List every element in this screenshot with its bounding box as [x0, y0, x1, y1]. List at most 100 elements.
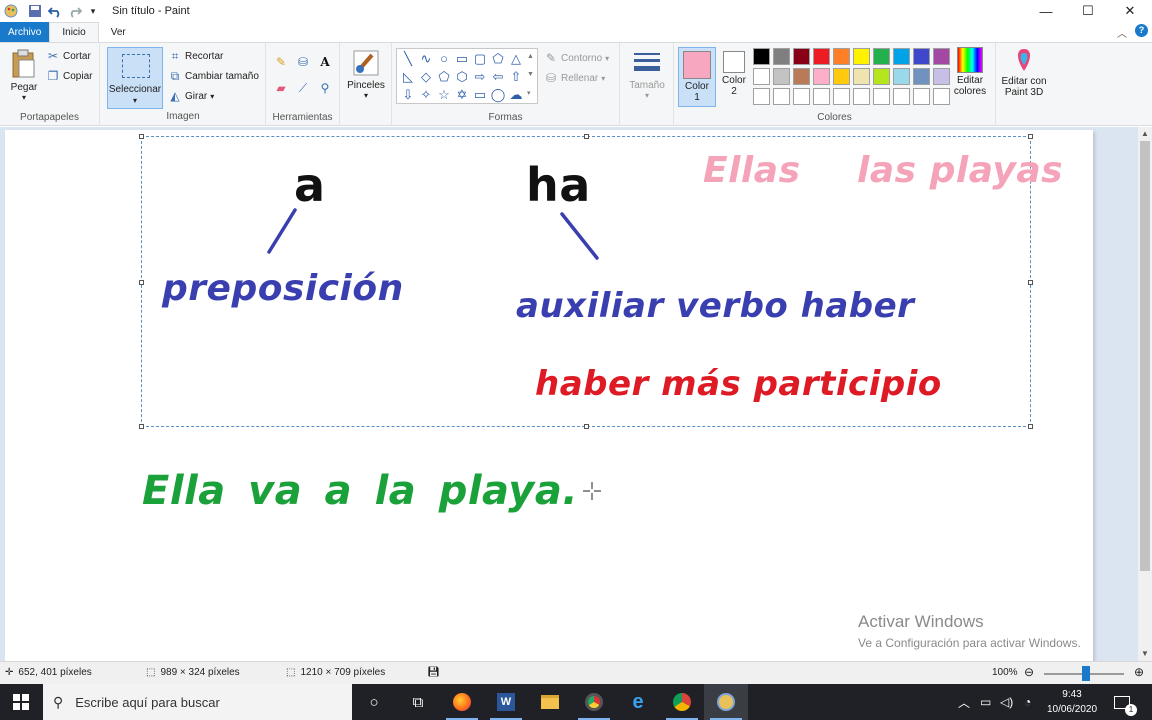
- six-point-star-shape-icon[interactable]: ✡: [453, 86, 471, 104]
- pentagon-shape-icon[interactable]: ⬠: [435, 68, 453, 86]
- palette-color-22[interactable]: [773, 88, 790, 105]
- selection-handle-tr[interactable]: [1028, 134, 1033, 139]
- shapes-scroll-up-icon[interactable]: ▲: [527, 53, 534, 60]
- triangle-shape-icon[interactable]: △: [507, 50, 525, 68]
- palette-color-11[interactable]: [753, 68, 770, 85]
- taskbar-clock[interactable]: 9:43 10/06/2020: [1040, 687, 1104, 717]
- collapse-ribbon-icon[interactable]: ︿: [1117, 25, 1127, 40]
- firefox-icon[interactable]: [440, 684, 484, 720]
- palette-color-3[interactable]: [793, 48, 810, 65]
- palette-color-25[interactable]: [833, 88, 850, 105]
- magnifier-icon[interactable]: ⚲: [318, 81, 332, 95]
- left-arrow-shape-icon[interactable]: ⇦: [489, 68, 507, 86]
- paint-taskbar-icon[interactable]: [704, 684, 748, 720]
- palette-color-5[interactable]: [833, 48, 850, 65]
- edit-colors-button[interactable]: Editar colores: [952, 47, 988, 97]
- zoom-slider-thumb[interactable]: [1082, 666, 1090, 681]
- rounded-rect-shape-icon[interactable]: ▢: [471, 50, 489, 68]
- palette-color-10[interactable]: [933, 48, 950, 65]
- polygon-shape-icon[interactable]: ⬠: [489, 50, 507, 68]
- selection-handle-r[interactable]: [1028, 280, 1033, 285]
- up-arrow-shape-icon[interactable]: ⇧: [507, 68, 525, 86]
- palette-color-21[interactable]: [753, 88, 770, 105]
- paste-button[interactable]: Pegar ▾: [6, 49, 42, 102]
- battery-icon[interactable]: ▭: [980, 684, 991, 720]
- palette-color-27[interactable]: [873, 88, 890, 105]
- eraser-icon[interactable]: ▰: [274, 81, 288, 95]
- palette-color-19[interactable]: [913, 68, 930, 85]
- tab-view[interactable]: Ver: [99, 22, 138, 42]
- selection-handle-b[interactable]: [584, 424, 589, 429]
- vertical-scrollbar[interactable]: ▲ ▼: [1138, 127, 1152, 661]
- scroll-thumb[interactable]: [1140, 141, 1150, 571]
- callout-oval-shape-icon[interactable]: ◯: [489, 86, 507, 104]
- palette-color-14[interactable]: [813, 68, 830, 85]
- volume-icon[interactable]: ◁): [1000, 684, 1013, 720]
- palette-color-6[interactable]: [853, 48, 870, 65]
- down-arrow-shape-icon[interactable]: ⇩: [399, 86, 417, 104]
- zoom-in-icon[interactable]: ⊕: [1134, 665, 1144, 679]
- palette-color-8[interactable]: [893, 48, 910, 65]
- palette-color-26[interactable]: [853, 88, 870, 105]
- palette-color-23[interactable]: [793, 88, 810, 105]
- right-arrow-shape-icon[interactable]: ⇨: [471, 68, 489, 86]
- tab-file[interactable]: Archivo: [0, 22, 50, 42]
- resize-button[interactable]: ⧉ Cambiar tamaño: [168, 69, 259, 83]
- drawing-canvas[interactable]: a ha preposición auxiliar verbo haber ha…: [5, 130, 1093, 661]
- palette-color-7[interactable]: [873, 48, 890, 65]
- palette-color-30[interactable]: [933, 88, 950, 105]
- palette-color-17[interactable]: [873, 68, 890, 85]
- customize-toolbar-icon[interactable]: ▾: [86, 4, 100, 18]
- hexagon-shape-icon[interactable]: ⬡: [453, 68, 471, 86]
- callout-rect-shape-icon[interactable]: ▭: [471, 86, 489, 104]
- oval-shape-icon[interactable]: ○: [435, 50, 453, 68]
- maximize-button[interactable]: ☐: [1066, 0, 1110, 22]
- callout-cloud-shape-icon[interactable]: ☁: [507, 86, 525, 104]
- edit-paint3d-button[interactable]: Editar con Paint 3D: [998, 47, 1050, 98]
- scroll-down-icon[interactable]: ▼: [1138, 647, 1152, 661]
- color2-button[interactable]: Color 2: [718, 47, 750, 97]
- four-point-star-shape-icon[interactable]: ✧: [417, 86, 435, 104]
- palette-color-20[interactable]: [933, 68, 950, 85]
- palette-color-15[interactable]: [833, 68, 850, 85]
- help-icon[interactable]: ?: [1135, 24, 1148, 37]
- curve-shape-icon[interactable]: ∿: [417, 50, 435, 68]
- undo-icon[interactable]: [47, 4, 62, 18]
- chrome-icon[interactable]: [660, 684, 704, 720]
- chrome-alt-icon[interactable]: [572, 684, 616, 720]
- file-explorer-icon[interactable]: [528, 684, 572, 720]
- select-button[interactable]: Seleccionar ▾: [107, 47, 163, 109]
- cortana-icon[interactable]: ○: [352, 684, 396, 720]
- palette-color-24[interactable]: [813, 88, 830, 105]
- cut-button[interactable]: ✂ Cortar: [46, 49, 91, 63]
- minimize-button[interactable]: —: [1024, 0, 1068, 22]
- notifications-icon[interactable]: 1: [1114, 684, 1137, 720]
- paint-app-icon[interactable]: [4, 4, 18, 18]
- rotate-button[interactable]: ◭ Girar ▾: [168, 89, 214, 103]
- palette-color-2[interactable]: [773, 48, 790, 65]
- color1-button[interactable]: Color 1: [678, 47, 716, 107]
- selection-handle-l[interactable]: [139, 280, 144, 285]
- palette-color-28[interactable]: [893, 88, 910, 105]
- edge-icon[interactable]: e: [616, 684, 660, 720]
- selection-handle-t[interactable]: [584, 134, 589, 139]
- fill-bucket-icon[interactable]: ⛁: [296, 55, 310, 69]
- shapes-scroll-down-icon[interactable]: ▼: [527, 71, 534, 78]
- palette-color-9[interactable]: [913, 48, 930, 65]
- shapes-expand-icon[interactable]: ▾: [527, 89, 531, 97]
- fill-button[interactable]: ⛁ Rellenar ▾: [544, 71, 605, 85]
- selection-handle-bl[interactable]: [139, 424, 144, 429]
- crop-button[interactable]: ⌗ Recortar: [168, 49, 224, 63]
- palette-color-16[interactable]: [853, 68, 870, 85]
- outline-button[interactable]: ✎ Contorno ▾: [544, 51, 609, 65]
- taskbar-search[interactable]: ⚲ Escribe aquí para buscar: [43, 684, 352, 720]
- brushes-button[interactable]: Pinceles ▾: [344, 49, 388, 100]
- wifi-icon[interactable]: ◔: [1024, 684, 1031, 720]
- pencil-icon[interactable]: ✎: [274, 55, 288, 69]
- zoom-out-icon[interactable]: ⊖: [1024, 665, 1034, 679]
- size-button[interactable]: Tamaño ▾: [626, 49, 668, 100]
- tab-home[interactable]: Inicio: [49, 22, 99, 42]
- redo-icon[interactable]: [68, 4, 83, 18]
- palette-color-1[interactable]: [753, 48, 770, 65]
- task-view-icon[interactable]: ⧉: [396, 684, 440, 720]
